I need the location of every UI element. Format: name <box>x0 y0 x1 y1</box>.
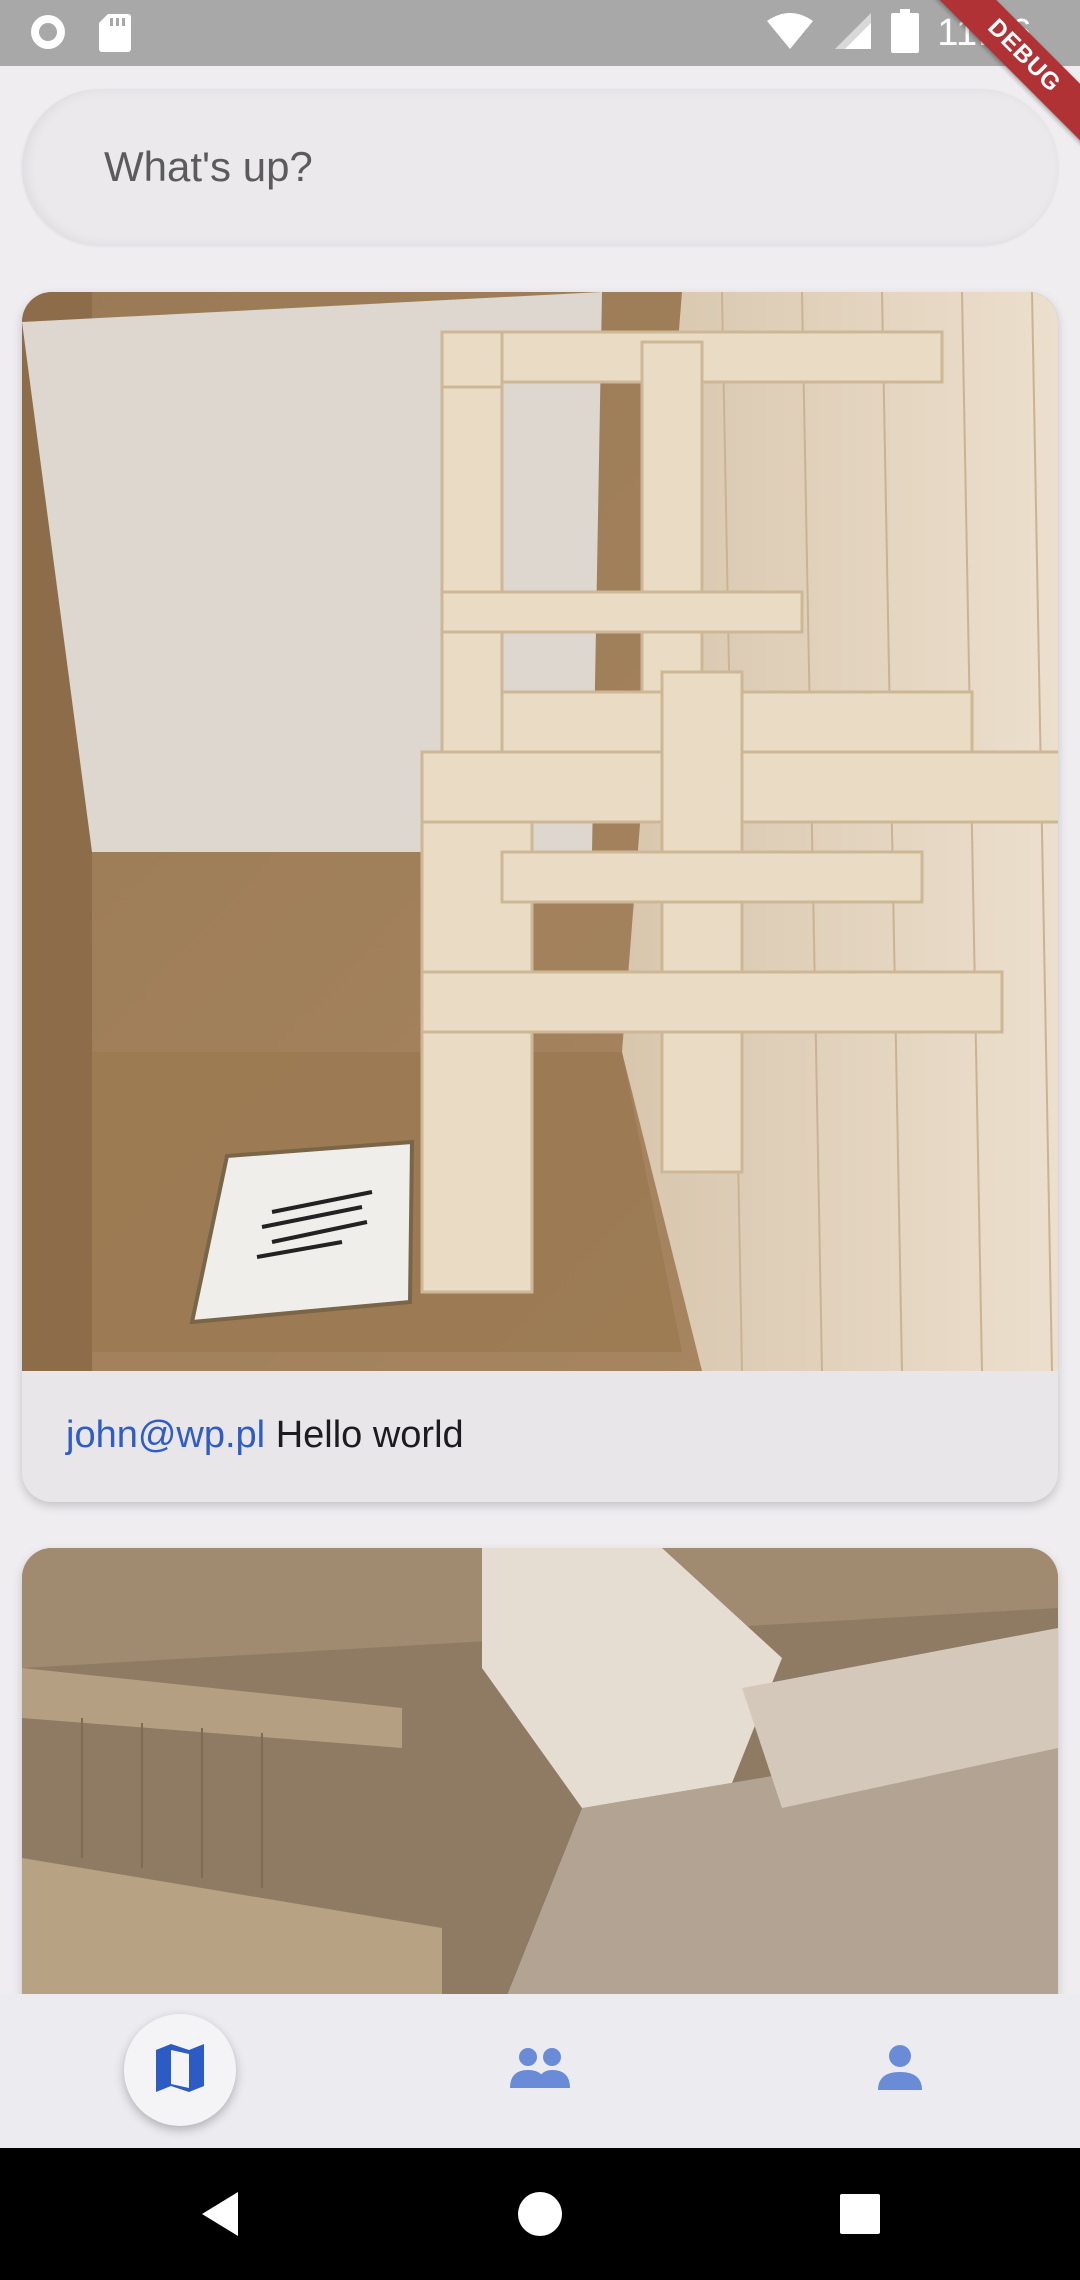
compose-input[interactable]: What's up? <box>22 89 1058 245</box>
home-button[interactable] <box>510 2186 570 2246</box>
battery-icon <box>891 8 920 58</box>
wifi-icon <box>765 11 815 56</box>
post-card[interactable] <box>22 1548 1058 2008</box>
post-card[interactable]: john@wp.pl Hello world <box>22 292 1058 1502</box>
signal-icon <box>833 11 873 56</box>
post-author-link[interactable]: john@wp.pl <box>66 1414 265 1456</box>
post-image[interactable] <box>22 1548 1058 2008</box>
map-icon <box>152 2040 208 2101</box>
nav-friends-button[interactable] <box>484 2014 596 2126</box>
record-icon <box>28 12 68 57</box>
bottom-navigation <box>0 1994 1080 2148</box>
people-icon <box>508 2046 572 2095</box>
compose-placeholder: What's up? <box>104 143 313 190</box>
back-button[interactable] <box>190 2186 250 2246</box>
post-text: Hello world <box>275 1414 464 1456</box>
status-bar: 11:16 <box>0 0 1080 66</box>
home-icon <box>516 2190 564 2243</box>
nav-map-button[interactable] <box>124 2014 236 2126</box>
system-navigation-bar <box>0 2148 1080 2280</box>
nav-profile-button[interactable] <box>844 2014 956 2126</box>
post-image[interactable] <box>22 292 1058 1371</box>
person-icon <box>876 2044 924 2097</box>
sd-card-icon <box>98 12 132 57</box>
recents-button[interactable] <box>830 2186 890 2246</box>
recents-icon <box>838 2192 882 2241</box>
back-icon <box>198 2190 242 2243</box>
post-caption: john@wp.pl Hello world <box>66 1410 464 1460</box>
